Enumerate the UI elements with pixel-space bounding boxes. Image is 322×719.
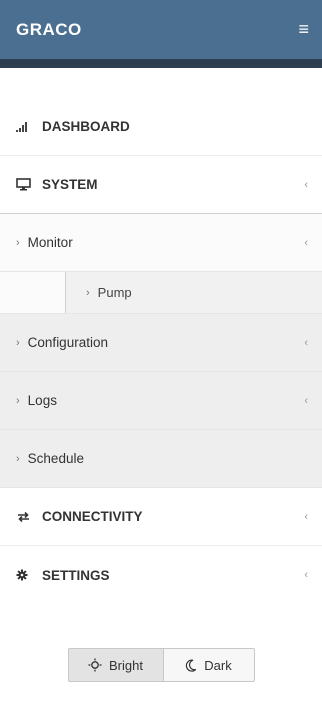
signal-bars-icon xyxy=(16,121,36,132)
submenu-item-schedule[interactable]: › Schedule xyxy=(0,430,322,488)
submenu-item-label: Logs xyxy=(27,393,57,408)
chevron-left-icon: ‹ xyxy=(304,236,308,249)
bright-theme-button[interactable]: Bright xyxy=(67,648,164,682)
submenu-item-label: Schedule xyxy=(27,451,84,466)
brand-logo-text[interactable]: GRACO xyxy=(16,20,82,40)
submenu-pump-container: › Pump xyxy=(0,272,322,314)
moon-icon xyxy=(185,659,197,672)
submenu-item-label: Configuration xyxy=(27,335,108,350)
submenu-item-label: Monitor xyxy=(27,235,73,250)
gear-icon xyxy=(16,569,36,581)
chevron-left-icon: ‹ xyxy=(304,394,308,407)
sidebar-item-connectivity[interactable]: CONNECTIVITY ‹ xyxy=(0,488,322,546)
sidebar-header: GRACO ≡ xyxy=(0,0,322,68)
submenu-item-monitor[interactable]: › Monitor ‹ xyxy=(0,214,322,272)
chevron-left-icon: ‹ xyxy=(304,178,308,191)
monitor-icon xyxy=(16,178,36,191)
hamburger-icon[interactable]: ≡ xyxy=(298,19,309,40)
nav-top-spacer xyxy=(0,68,322,98)
chevron-left-icon: ‹ xyxy=(304,336,308,349)
sidebar-item-label: CONNECTIVITY xyxy=(42,509,143,524)
chevron-right-icon: › xyxy=(86,286,90,299)
chevron-right-icon: › xyxy=(16,336,20,349)
theme-toggle: Bright Dark xyxy=(0,648,322,682)
sidebar-item-label: DASHBOARD xyxy=(42,119,130,134)
chevron-right-icon: › xyxy=(16,452,20,465)
chevron-right-icon: › xyxy=(16,236,20,249)
submenu-item-pump[interactable]: › Pump xyxy=(65,272,322,313)
sun-icon xyxy=(88,658,102,672)
submenu-item-configuration[interactable]: › Configuration ‹ xyxy=(0,314,322,372)
sidebar-item-dashboard[interactable]: DASHBOARD xyxy=(0,98,322,156)
chevron-right-icon: › xyxy=(16,394,20,407)
sidebar-item-settings[interactable]: SETTINGS ‹ xyxy=(0,546,322,604)
sidebar-item-label: SETTINGS xyxy=(42,567,110,583)
bright-label: Bright xyxy=(109,657,143,673)
sidebar-item-label: SYSTEM xyxy=(42,177,98,192)
chevron-left-icon: ‹ xyxy=(304,569,308,581)
exchange-icon xyxy=(16,511,36,523)
chevron-left-icon: ‹ xyxy=(304,510,308,523)
submenu-item-label: Pump xyxy=(97,285,132,300)
dark-theme-button[interactable]: Dark xyxy=(163,648,255,682)
sidebar-item-system[interactable]: SYSTEM ‹ xyxy=(0,156,322,214)
submenu-item-logs[interactable]: › Logs ‹ xyxy=(0,372,322,430)
dark-label: Dark xyxy=(204,657,232,673)
